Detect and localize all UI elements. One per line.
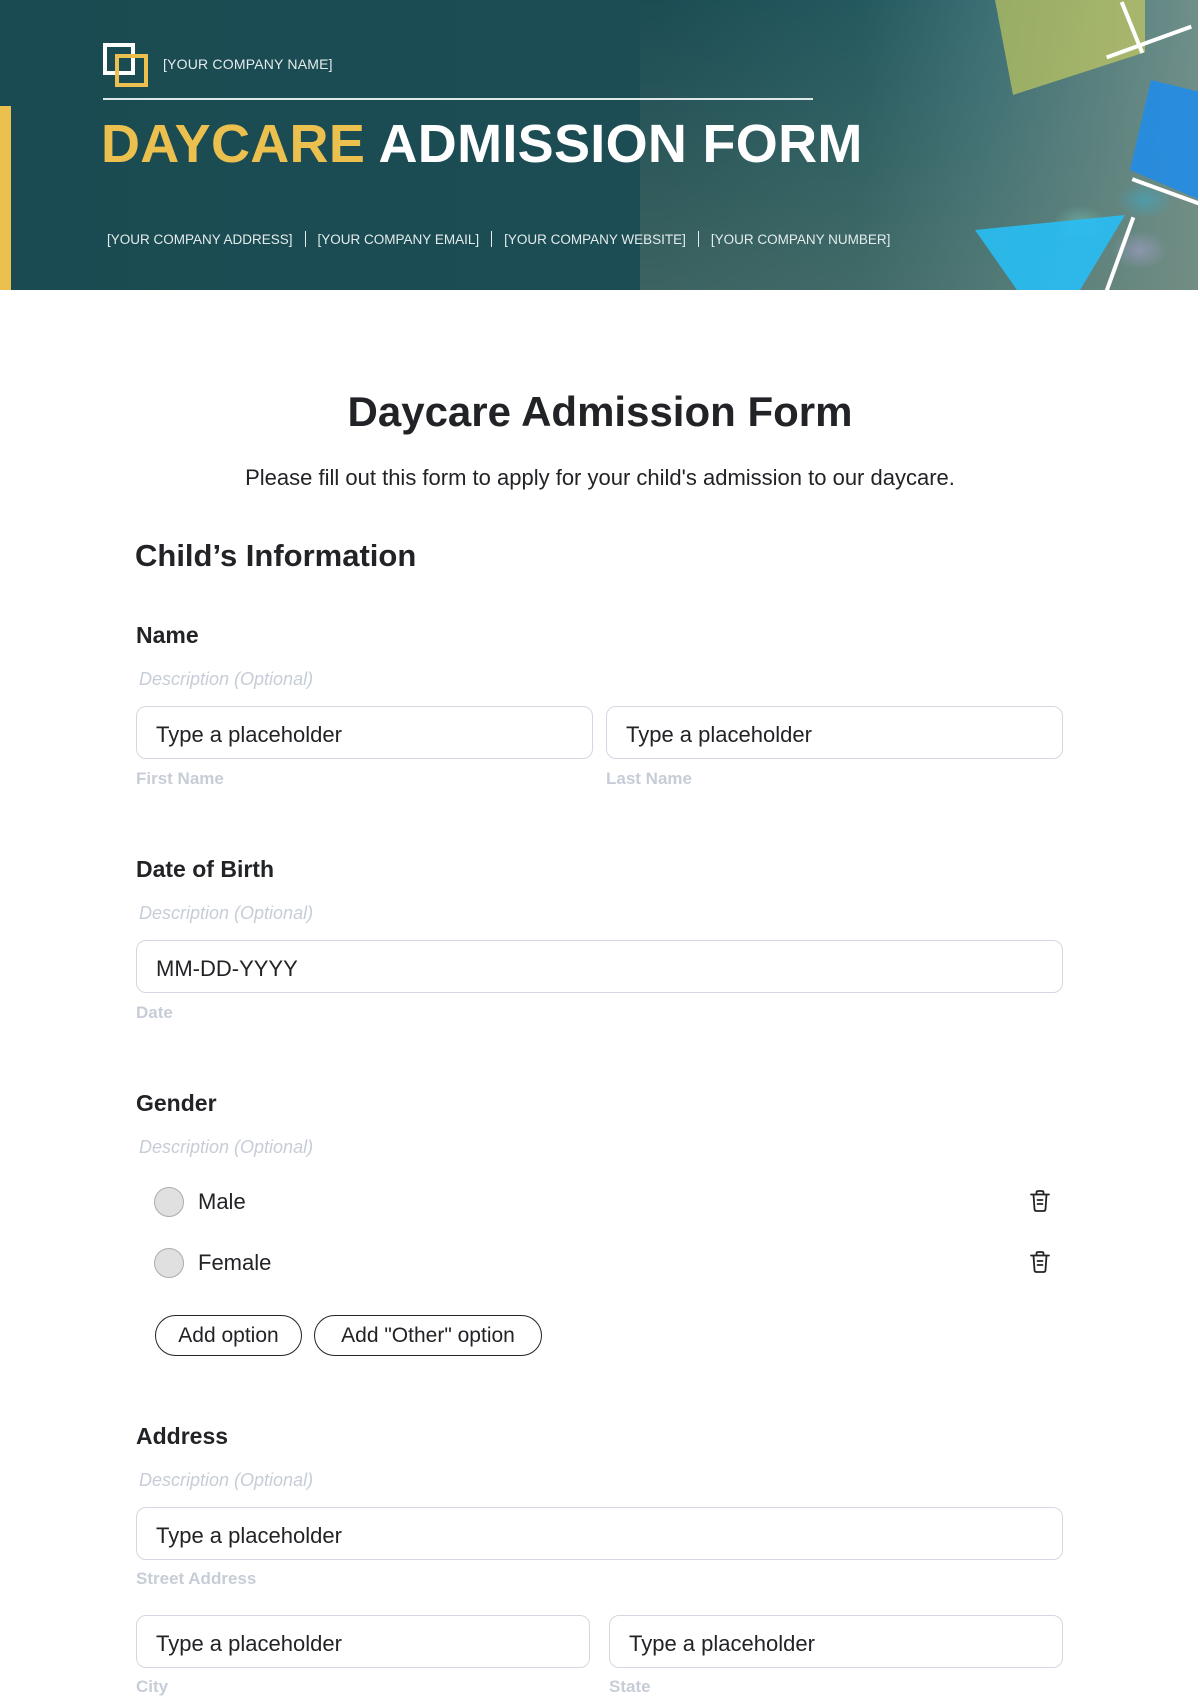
form-subtitle: Please fill out this form to apply for y… [245,465,955,490]
city-input[interactable]: Type a placeholder [136,1615,590,1668]
company-logo-icon [103,43,149,87]
trash-icon[interactable] [1027,1249,1053,1275]
trash-icon[interactable] [1027,1188,1053,1214]
contact-separator [697,231,699,247]
gender-option-male[interactable]: Male [154,1186,1054,1218]
company-address: [YOUR COMPANY ADDRESS] [107,231,293,247]
banner-title: DAYCARE ADMISSION FORM [101,113,863,175]
state-sublabel: State [609,1677,651,1696]
gender-option-female[interactable]: Female [154,1247,1054,1279]
first-name-sublabel: First Name [136,769,224,788]
company-contacts: [YOUR COMPANY ADDRESS] [YOUR COMPANY EMA… [107,231,890,247]
first-name-placeholder: Type a placeholder [156,721,342,747]
last-name-sublabel: Last Name [606,769,692,788]
first-name-input[interactable]: Type a placeholder [136,706,593,759]
street-address-input[interactable]: Type a placeholder [136,1507,1063,1560]
company-number: [YOUR COMPANY NUMBER] [710,231,891,247]
contact-separator [491,231,493,247]
banner-title-highlight: DAYCARE [101,114,366,174]
address-question-label: Address [136,1423,229,1449]
add-option-button[interactable]: Add option [155,1315,302,1356]
date-of-birth-placeholder: MM-DD-YYYY [156,955,298,981]
last-name-placeholder: Type a placeholder [626,721,812,747]
option-label-female[interactable]: Female [198,1250,271,1276]
contact-separator [304,231,306,247]
company-website: [YOUR COMPANY WEBSITE] [504,231,686,247]
street-address-placeholder: Type a placeholder [156,1522,342,1548]
date-sublabel: Date [136,1003,173,1022]
dob-question-label: Date of Birth [136,856,274,882]
banner-divider [103,98,813,100]
option-label-male[interactable]: Male [198,1189,246,1215]
company-name: [YOUR COMPANY NAME] [163,56,333,72]
name-description[interactable]: Description (Optional) [139,669,313,690]
company-email: [YOUR COMPANY EMAIL] [317,231,480,247]
state-placeholder: Type a placeholder [629,1630,815,1656]
dob-description[interactable]: Description (Optional) [139,903,313,924]
add-other-option-button[interactable]: Add "Other" option [314,1315,542,1356]
state-input[interactable]: Type a placeholder [609,1615,1063,1668]
gender-description[interactable]: Description (Optional) [139,1137,313,1158]
radio-button-female[interactable] [154,1248,184,1278]
banner-title-rest: ADMISSION FORM [378,114,863,174]
gender-question-label: Gender [136,1090,217,1116]
city-placeholder: Type a placeholder [156,1630,342,1656]
street-address-sublabel: Street Address [136,1569,257,1588]
radio-button-male[interactable] [154,1187,184,1217]
date-of-birth-input[interactable]: MM-DD-YYYY [136,940,1063,993]
city-sublabel: City [136,1677,169,1696]
address-description[interactable]: Description (Optional) [139,1470,313,1491]
form-title: Daycare Admission Form [347,388,853,435]
last-name-input[interactable]: Type a placeholder [606,706,1063,759]
name-question-label: Name [136,622,199,648]
section-title-child-information: Child’s Information [135,538,417,573]
header-banner: [YOUR COMPANY NAME] DAYCARE ADMISSION FO… [0,0,1198,290]
banner-accent-bar [0,106,11,290]
